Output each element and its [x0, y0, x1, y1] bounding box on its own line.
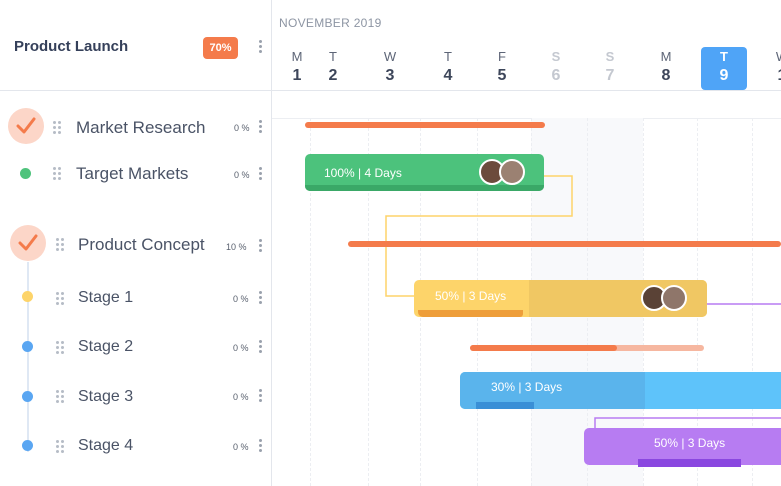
task-name[interactable]: Stage 3 — [78, 388, 133, 406]
bar-progress — [476, 402, 534, 409]
drag-handle-icon[interactable] — [53, 167, 62, 180]
day-number: 1 — [292, 67, 302, 84]
task-status-dot — [22, 440, 33, 451]
drag-handle-icon[interactable] — [56, 238, 65, 251]
task-status-dot — [20, 168, 31, 179]
task-menu-icon[interactable] — [258, 389, 262, 403]
day-number: 3 — [385, 67, 395, 84]
day-letter: M — [660, 49, 672, 64]
bar-progress — [305, 185, 544, 191]
task-name[interactable]: Market Research — [76, 118, 205, 138]
bar-label: 100% | 4 Days — [324, 166, 402, 180]
bar-progress — [418, 310, 523, 317]
task-status-dot — [22, 391, 33, 402]
day-column-header[interactable]: T4 — [428, 49, 468, 85]
day-number: 1 — [762, 67, 781, 85]
day-number: 5 — [497, 67, 507, 84]
task-status-dot — [22, 291, 33, 302]
task-name[interactable]: Target Markets — [76, 164, 188, 184]
task-menu-icon[interactable] — [258, 291, 262, 305]
task-status-dot — [22, 341, 33, 352]
day-letter: T — [720, 49, 728, 64]
drag-handle-icon[interactable] — [56, 341, 65, 354]
task-name[interactable]: Stage 2 — [78, 338, 133, 356]
day-column-header-today[interactable]: T9 — [704, 49, 744, 85]
bar-progress — [638, 459, 741, 467]
bar-label: 50% | 3 Days — [654, 436, 726, 450]
day-column-header[interactable]: M1 — [277, 49, 317, 85]
group-summary-bar[interactable] — [348, 241, 781, 247]
task-percent: 0 % — [233, 343, 249, 353]
day-column-header[interactable]: S6 — [536, 49, 576, 85]
avatar[interactable] — [661, 285, 687, 311]
day-column-header[interactable]: W1 — [762, 49, 781, 85]
task-menu-icon[interactable] — [258, 239, 262, 253]
bar-label: 30% | 3 Days — [491, 380, 563, 394]
group-summary-bar[interactable] — [305, 122, 545, 128]
task-percent: 0 % — [233, 294, 249, 304]
day-letter: F — [498, 49, 506, 64]
drag-handle-icon[interactable] — [53, 121, 62, 134]
day-column-header[interactable]: W3 — [370, 49, 410, 85]
task-percent: 0 % — [234, 170, 250, 180]
day-letter: W — [762, 49, 781, 64]
drag-handle-icon[interactable] — [56, 440, 65, 453]
day-number: 9 — [719, 67, 729, 84]
project-menu-icon[interactable] — [258, 40, 262, 54]
project-progress-badge: 70% — [203, 37, 238, 59]
drag-handle-icon[interactable] — [56, 292, 65, 305]
day-column-header[interactable]: F5 — [482, 49, 522, 85]
day-number: 4 — [443, 67, 453, 84]
day-letter: S — [605, 49, 615, 64]
day-letter: S — [551, 49, 561, 64]
day-letter: M — [291, 49, 303, 64]
day-number: 6 — [551, 67, 561, 84]
drag-handle-icon[interactable] — [56, 390, 65, 403]
project-header: Product Launch 70% — [0, 0, 271, 91]
task-percent: 0 % — [233, 442, 249, 452]
task-menu-icon[interactable] — [258, 340, 262, 354]
day-number: 2 — [328, 67, 338, 84]
task-percent: 0 % — [233, 392, 249, 402]
task-name[interactable]: Stage 4 — [78, 437, 133, 455]
task-percent: 10 % — [226, 242, 247, 252]
task-menu-icon[interactable] — [258, 439, 262, 453]
stage2-progress-bar — [470, 345, 617, 351]
day-column-header[interactable]: T2 — [313, 49, 353, 85]
day-letter: T — [444, 49, 452, 64]
day-letter: W — [383, 49, 397, 64]
day-column-header[interactable]: S7 — [590, 49, 630, 85]
task-sidebar: Product Launch 70% Market Research 0 % T… — [0, 0, 272, 486]
task-name[interactable]: Stage 1 — [78, 289, 133, 307]
day-number: 8 — [661, 67, 671, 84]
project-title[interactable]: Product Launch — [14, 38, 128, 55]
day-letter: T — [329, 49, 337, 64]
task-name[interactable]: Product Concept — [78, 235, 205, 255]
bar-label: 50% | 3 Days — [435, 289, 507, 303]
task-menu-icon[interactable] — [258, 167, 262, 181]
day-number: 7 — [605, 67, 615, 84]
month-label: NOVEMBER 2019 — [279, 16, 382, 30]
avatar[interactable] — [499, 159, 525, 185]
task-complete-check-icon[interactable] — [8, 108, 44, 144]
day-column-header[interactable]: M8 — [646, 49, 686, 85]
task-complete-check-icon[interactable] — [10, 225, 46, 261]
task-menu-icon[interactable] — [258, 120, 262, 134]
task-percent: 0 % — [234, 123, 250, 133]
